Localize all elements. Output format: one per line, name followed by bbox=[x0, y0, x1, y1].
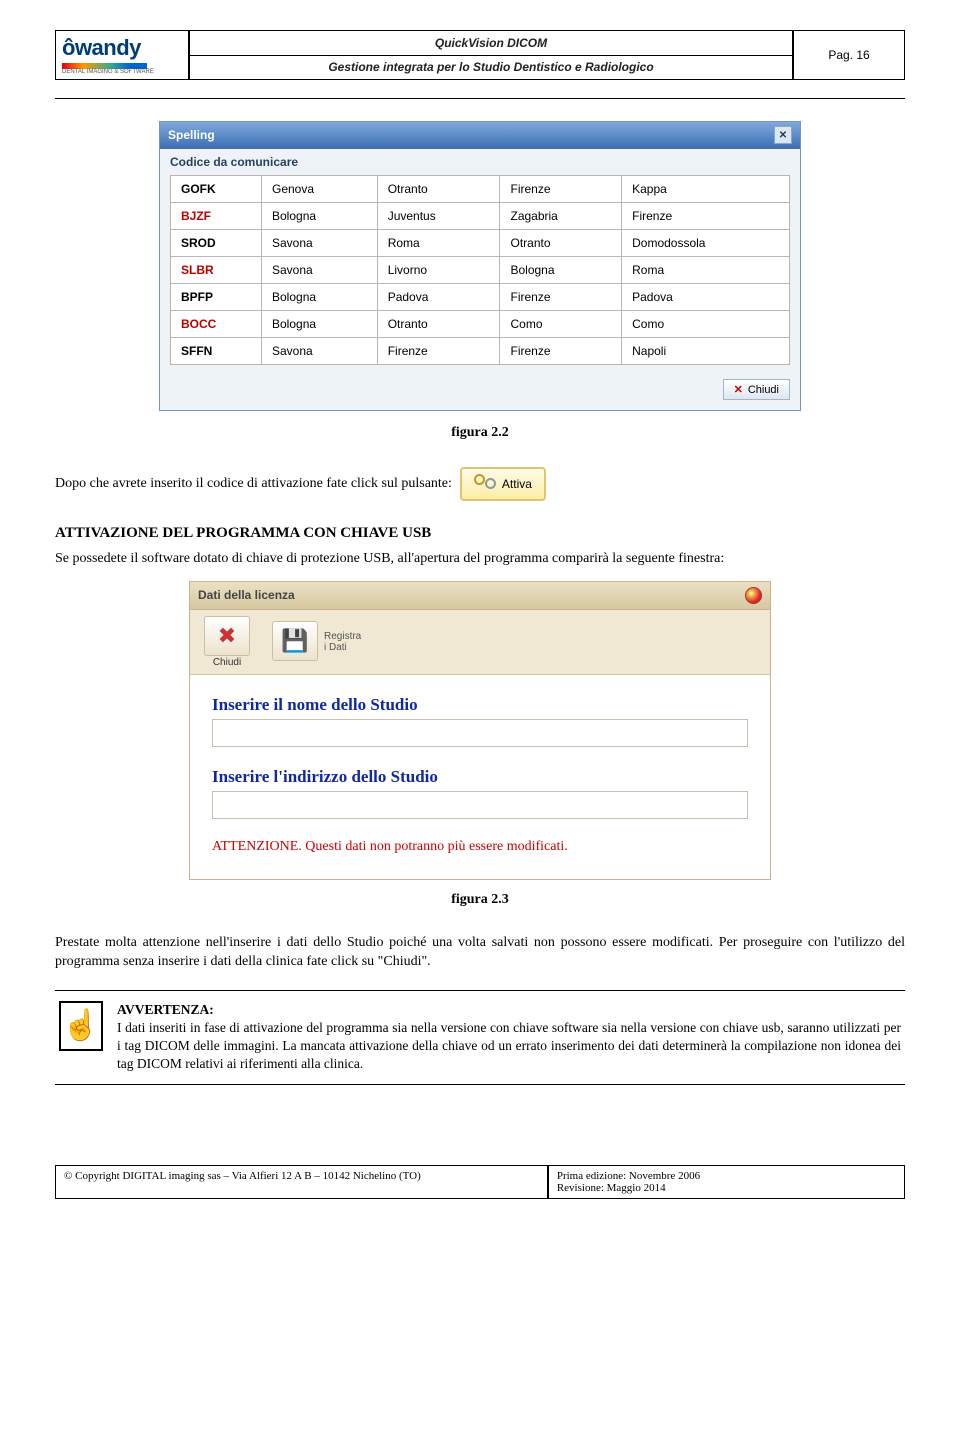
code-cell: SROD bbox=[171, 230, 262, 257]
hand-icon: ☝ bbox=[59, 1001, 103, 1051]
logo-cell: ôwandy DENTAL IMAGING & SOFTWARE bbox=[55, 30, 189, 80]
code-cell: BJZF bbox=[171, 203, 262, 230]
chiudi-button[interactable]: ✕ Chiudi bbox=[723, 379, 790, 400]
word-cell: Firenze bbox=[500, 284, 622, 311]
word-cell: Livorno bbox=[377, 257, 500, 284]
word-cell: Roma bbox=[622, 257, 790, 284]
close-dot-icon[interactable] bbox=[745, 587, 762, 604]
spelling-titlebar: Spelling ✕ bbox=[160, 122, 800, 149]
avvertenza-title: AVVERTENZA: bbox=[117, 1001, 901, 1019]
table-row: BJZFBolognaJuventusZagabriaFirenze bbox=[171, 203, 790, 230]
word-cell: Como bbox=[622, 311, 790, 338]
figure-caption-2-2: figura 2.2 bbox=[55, 425, 905, 441]
word-cell: Kappa bbox=[622, 176, 790, 203]
word-cell: Padova bbox=[377, 284, 500, 311]
page-number: Pag. 16 bbox=[793, 30, 905, 80]
chiudi-icon: ✖ bbox=[204, 616, 250, 656]
word-cell: Firenze bbox=[500, 338, 622, 365]
word-cell: Bologna bbox=[500, 257, 622, 284]
word-cell: Savona bbox=[262, 338, 378, 365]
chiudi-label: Chiudi bbox=[748, 384, 779, 396]
word-cell: Padova bbox=[622, 284, 790, 311]
avvertenza-box: ☝ AVVERTENZA: I dati inseriti in fase di… bbox=[55, 990, 905, 1085]
word-cell: Roma bbox=[377, 230, 500, 257]
table-row: SLBRSavonaLivornoBolognaRoma bbox=[171, 257, 790, 284]
word-cell: Otranto bbox=[377, 311, 500, 338]
close-icon[interactable]: ✕ bbox=[774, 126, 792, 144]
toolbar-registra-label2: i Dati bbox=[324, 642, 347, 653]
table-row: SFFNSavonaFirenzeFirenzeNapoli bbox=[171, 338, 790, 365]
spelling-footer: ✕ Chiudi bbox=[160, 373, 800, 410]
word-cell: Firenze bbox=[622, 203, 790, 230]
logo-tagline: DENTAL IMAGING & SOFTWARE bbox=[62, 69, 182, 75]
word-cell: Firenze bbox=[377, 338, 500, 365]
floppy-icon: 💾 bbox=[272, 621, 318, 661]
table-row: BOCCBolognaOtrantoComoComo bbox=[171, 311, 790, 338]
studio-name-label: Inserire il nome dello Studio bbox=[212, 695, 748, 715]
code-cell: BOCC bbox=[171, 311, 262, 338]
word-cell: Savona bbox=[262, 230, 378, 257]
para-click-button: Dopo che avrete inserito il codice di at… bbox=[55, 467, 905, 501]
code-cell: BPFP bbox=[171, 284, 262, 311]
code-cell: SFFN bbox=[171, 338, 262, 365]
spelling-subtitle: Codice da comunicare bbox=[160, 149, 800, 171]
header-rule bbox=[55, 98, 905, 99]
word-cell: Genova bbox=[262, 176, 378, 203]
license-warning: ATTENZIONE. Questi dati non potranno più… bbox=[212, 839, 748, 855]
license-title: Dati della licenza bbox=[198, 588, 295, 602]
footer-revision: Revisione: Maggio 2014 bbox=[557, 1182, 666, 1194]
studio-address-label: Inserire l'indirizzo dello Studio bbox=[212, 767, 748, 787]
toolbar-registra[interactable]: 💾 Registra i Dati bbox=[272, 616, 361, 668]
para-attention: Prestate molta attenzione nell'inserire … bbox=[55, 934, 905, 972]
word-cell: Juventus bbox=[377, 203, 500, 230]
toolbar-chiudi[interactable]: ✖ Chiudi bbox=[204, 616, 250, 668]
word-cell: Bologna bbox=[262, 311, 378, 338]
spelling-table: GOFKGenovaOtrantoFirenzeKappaBJZFBologna… bbox=[170, 175, 790, 365]
doc-title-1: QuickVision DICOM bbox=[190, 31, 792, 55]
spelling-window: Spelling ✕ Codice da comunicare GOFKGeno… bbox=[159, 121, 801, 411]
word-cell: Napoli bbox=[622, 338, 790, 365]
word-cell: Como bbox=[500, 311, 622, 338]
para-click-text: Dopo che avrete inserito il codice di at… bbox=[55, 476, 452, 492]
word-cell: Otranto bbox=[500, 230, 622, 257]
word-cell: Firenze bbox=[500, 176, 622, 203]
para-usb: Se possedete il software dotato di chiav… bbox=[55, 550, 905, 569]
studio-address-input[interactable] bbox=[212, 791, 748, 819]
toolbar-registra-label1: Registra bbox=[324, 631, 361, 642]
code-cell: SLBR bbox=[171, 257, 262, 284]
footer-first-edition: Prima edizione: Novembre 2006 bbox=[557, 1170, 700, 1182]
spelling-title: Spelling bbox=[168, 128, 215, 142]
word-cell: Savona bbox=[262, 257, 378, 284]
attiva-label: Attiva bbox=[502, 477, 532, 491]
table-row: SRODSavonaRomaOtrantoDomodossola bbox=[171, 230, 790, 257]
header-middle: QuickVision DICOM Gestione integrata per… bbox=[189, 30, 793, 80]
keys-icon bbox=[474, 474, 496, 494]
section-heading-usb: ATTIVAZIONE DEL PROGRAMMA CON CHIAVE USB bbox=[55, 525, 905, 542]
footer-edition: Prima edizione: Novembre 2006 Revisione:… bbox=[548, 1165, 905, 1199]
avvertenza-text: AVVERTENZA: I dati inseriti in fase di a… bbox=[117, 1001, 901, 1074]
doc-header: ôwandy DENTAL IMAGING & SOFTWARE QuickVi… bbox=[55, 30, 905, 80]
doc-footer: © Copyright DIGITAL imaging sas – Via Al… bbox=[55, 1165, 905, 1199]
license-window: Dati della licenza ✖ Chiudi 💾 Registra i… bbox=[189, 581, 771, 880]
table-row: BPFPBolognaPadovaFirenzePadova bbox=[171, 284, 790, 311]
license-body: Inserire il nome dello Studio Inserire l… bbox=[190, 675, 770, 879]
code-cell: GOFK bbox=[171, 176, 262, 203]
word-cell: Zagabria bbox=[500, 203, 622, 230]
license-titlebar: Dati della licenza bbox=[190, 582, 770, 610]
word-cell: Domodossola bbox=[622, 230, 790, 257]
word-cell: Bologna bbox=[262, 284, 378, 311]
footer-copyright: © Copyright DIGITAL imaging sas – Via Al… bbox=[55, 1165, 548, 1199]
doc-subtitle: Gestione integrata per lo Studio Dentist… bbox=[190, 55, 792, 80]
logo-text: ôwandy bbox=[62, 35, 182, 61]
figure-caption-2-3: figura 2.3 bbox=[55, 892, 905, 908]
x-icon: ✕ bbox=[734, 383, 743, 396]
word-cell: Bologna bbox=[262, 203, 378, 230]
studio-name-input[interactable] bbox=[212, 719, 748, 747]
license-toolbar: ✖ Chiudi 💾 Registra i Dati bbox=[190, 610, 770, 675]
toolbar-chiudi-label: Chiudi bbox=[213, 657, 241, 668]
table-row: GOFKGenovaOtrantoFirenzeKappa bbox=[171, 176, 790, 203]
attiva-button[interactable]: Attiva bbox=[460, 467, 546, 501]
word-cell: Otranto bbox=[377, 176, 500, 203]
avvertenza-body: I dati inseriti in fase di attivazione d… bbox=[117, 1020, 901, 1071]
